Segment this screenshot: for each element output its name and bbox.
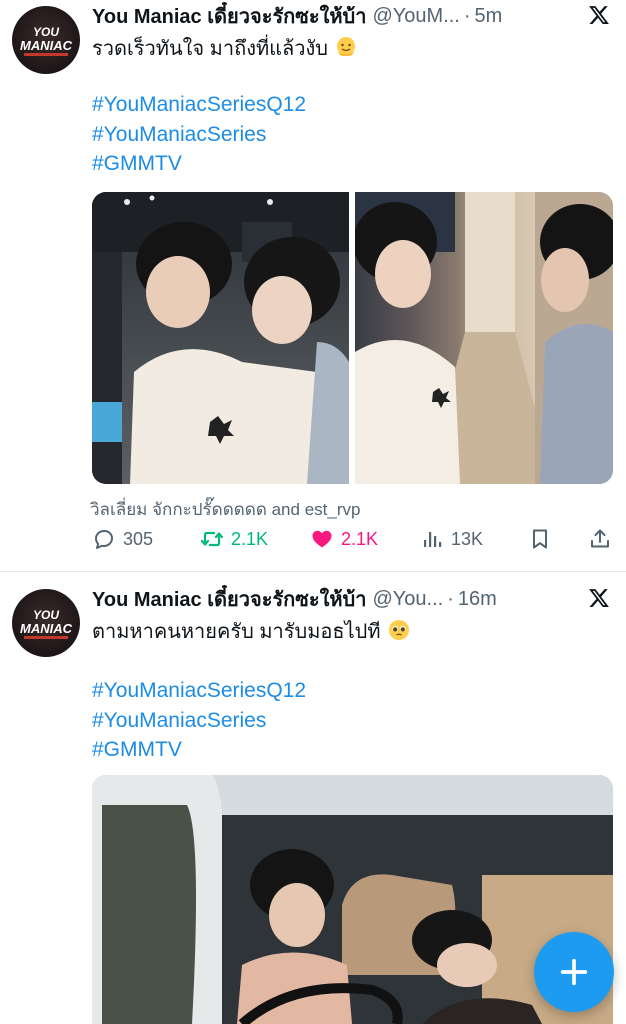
tweet-text: รวดเร็วทันใจ มาถึงที่แล้วงับ	[92, 34, 592, 64]
avatar[interactable]: YOU MANIAC	[12, 589, 80, 657]
share-icon	[591, 529, 609, 548]
svg-text:MANIAC: MANIAC	[20, 621, 73, 636]
hashtag-link[interactable]: #YouManiacSeries	[92, 706, 306, 736]
photo-right[interactable]	[355, 192, 613, 484]
x-logo-icon	[589, 589, 609, 607]
separator-dot: ·	[447, 587, 454, 610]
share-button[interactable]	[588, 524, 619, 554]
heart-filled-icon	[312, 530, 332, 548]
photo-left[interactable]	[92, 192, 349, 484]
x-logo-icon	[589, 6, 609, 24]
tweet-actions: 305 2.1K 2.1K 13K	[92, 524, 614, 554]
media-grid[interactable]	[92, 192, 613, 484]
car-photo-illustration	[92, 775, 613, 1024]
hashtag-list: #YouManiacSeriesQ12 #YouManiacSeries #GM…	[92, 676, 306, 765]
tweet-header: You Maniac เดี๋ยวจะรักซะให้บ้า @You... ·…	[92, 585, 582, 613]
user-handle[interactable]: @You...	[372, 588, 443, 611]
compose-button[interactable]	[534, 932, 614, 1012]
display-name[interactable]: You Maniac เดี๋ยวจะรักซะให้บ้า	[92, 2, 366, 30]
tweet-text-content: รวดเร็วทันใจ มาถึงที่แล้วงับ	[92, 38, 328, 60]
user-handle[interactable]: @YouM...	[372, 5, 459, 28]
hashtag-link[interactable]: #YouManiacSeriesQ12	[92, 676, 306, 706]
pleading-face-icon	[388, 620, 409, 640]
views-button[interactable]: 13K	[420, 524, 483, 554]
reply-count: 305	[123, 528, 154, 549]
you-maniac-logo-icon: YOU MANIAC	[20, 25, 73, 56]
plus-icon	[560, 958, 588, 986]
avatar[interactable]: YOU MANIAC	[12, 6, 80, 74]
retweet-button[interactable]: 2.1K	[200, 524, 268, 554]
melting-face-icon	[336, 37, 355, 57]
hashtag-list: #YouManiacSeriesQ12 #YouManiacSeries #GM…	[92, 90, 306, 179]
media-credits[interactable]: วิลเลี่ยม จักกะปรั๊ดดดดด and est_rvp	[90, 496, 360, 523]
timestamp[interactable]: 5m	[475, 5, 503, 28]
svg-text:YOU: YOU	[33, 25, 59, 39]
retweet-icon	[200, 531, 224, 547]
separator-dot: ·	[463, 4, 471, 27]
you-maniac-logo-icon: YOU MANIAC	[20, 608, 73, 639]
tweet-text: ตามหาคนหายครับ มารับมอธไปที	[92, 617, 592, 647]
reply-icon	[95, 530, 113, 549]
svg-text:MANIAC: MANIAC	[20, 38, 73, 53]
bookmark-button[interactable]	[528, 524, 559, 554]
tweet-divider	[0, 571, 626, 572]
photo-right-illustration	[355, 192, 613, 484]
hashtag-link[interactable]: #GMMTV	[92, 735, 306, 765]
hashtag-link[interactable]: #GMMTV	[92, 149, 306, 179]
hashtag-link[interactable]: #YouManiacSeries	[92, 120, 306, 150]
tweet-header: You Maniac เดี๋ยวจะรักซะให้บ้า @YouM... …	[92, 2, 582, 30]
photo-left-illustration	[92, 192, 349, 484]
tweet[interactable]: YOU MANIAC You Maniac เดี๋ยวจะรักซะให้บ้…	[0, 0, 626, 572]
hashtag-link[interactable]: #YouManiacSeriesQ12	[92, 90, 306, 120]
display-name[interactable]: You Maniac เดี๋ยวจะรักซะให้บ้า	[92, 585, 366, 613]
reply-button[interactable]: 305	[92, 524, 153, 554]
timestamp[interactable]: 16m	[458, 588, 497, 611]
views-count: 13K	[451, 528, 484, 549]
svg-text:YOU: YOU	[33, 608, 59, 622]
retweet-count: 2.1K	[231, 528, 269, 549]
views-chart-icon	[424, 532, 442, 547]
tweet[interactable]: YOU MANIAC You Maniac เดี๋ยวจะรักซะให้บ้…	[0, 573, 626, 1024]
like-count: 2.1K	[341, 528, 379, 549]
media-photo[interactable]	[92, 775, 613, 1024]
bookmark-icon	[533, 529, 547, 549]
like-button[interactable]: 2.1K	[310, 524, 378, 554]
tweet-text-content: ตามหาคนหายครับ มารับมอธไปที	[92, 621, 381, 643]
